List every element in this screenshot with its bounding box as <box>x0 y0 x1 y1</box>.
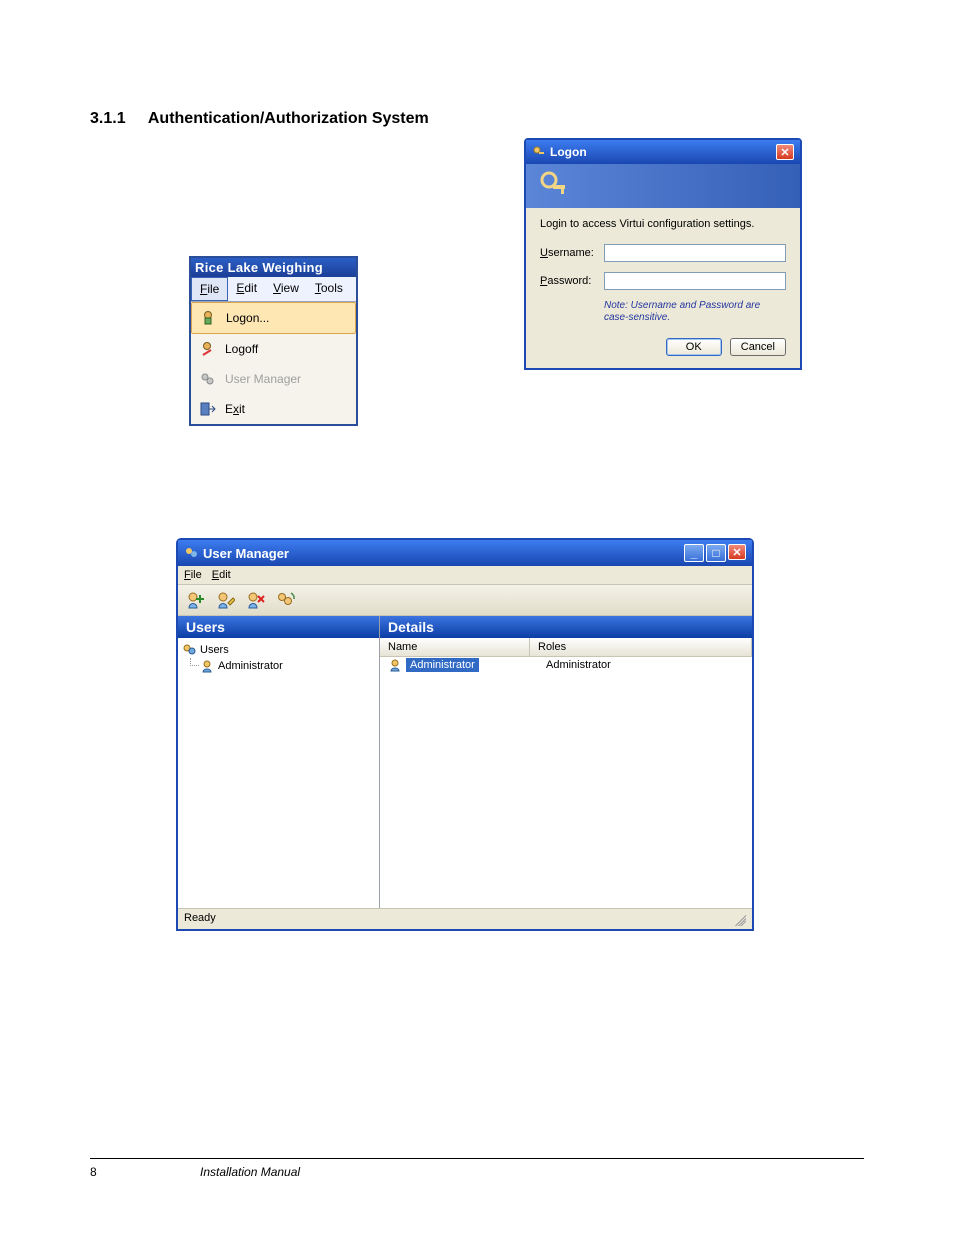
user-icon <box>388 658 402 672</box>
password-label: Password: <box>540 275 604 287</box>
section-number: 3.1.1 <box>90 110 144 128</box>
tree-node-administrator[interactable]: Administrator <box>182 658 375 674</box>
row-name: Administrator <box>406 658 479 672</box>
logon-title-text: Logon <box>550 145 587 159</box>
section-heading: 3.1.1 Authentication/Authorization Syste… <box>90 110 864 128</box>
page-number: 8 <box>90 1165 200 1179</box>
details-row[interactable]: Administrator Administrator <box>380 657 752 673</box>
menuitem-logoff[interactable]: Logoff <box>191 334 356 364</box>
um-toolbar <box>178 585 752 616</box>
refresh-users-button[interactable] <box>274 589 296 611</box>
logon-titlebar: Logon ✕ <box>526 140 800 164</box>
menubar-view[interactable]: View <box>265 277 307 301</box>
minimize-button[interactable]: _ <box>684 544 704 562</box>
logon-note: Note: Username and Password are case-sen… <box>540 300 786 324</box>
status-text: Ready <box>184 912 216 926</box>
edit-user-button[interactable] <box>214 589 236 611</box>
users-pane-header: Users <box>178 616 379 638</box>
details-column-headers: Name Roles <box>380 638 752 657</box>
menubar-file[interactable]: File <box>191 277 228 301</box>
users-icon <box>184 546 198 560</box>
close-button[interactable]: ✕ <box>728 544 746 560</box>
ok-button[interactable]: OK <box>666 338 722 356</box>
maximize-button[interactable]: □ <box>706 544 726 562</box>
cancel-button[interactable]: Cancel <box>730 338 786 356</box>
col-name[interactable]: Name <box>380 638 530 656</box>
um-menubar: File Edit <box>178 566 752 585</box>
row-roles: Administrator <box>538 658 619 672</box>
menuitem-label: User Manager <box>225 372 350 386</box>
tree-node-label: Administrator <box>218 660 283 672</box>
details-pane-header: Details <box>380 616 752 638</box>
user-icon <box>200 659 214 673</box>
um-title-text: User Manager <box>203 546 289 561</box>
username-input[interactable] <box>604 244 786 262</box>
users-gear-icon <box>197 369 217 389</box>
menuitem-label: Logoff <box>225 342 350 356</box>
user-key-icon <box>198 308 218 328</box>
page-footer: 8 Installation Manual <box>90 1158 864 1179</box>
menuitem-label: Exit <box>225 402 350 416</box>
app-titlebar: Rice Lake Weighing <box>191 258 356 277</box>
keys-icon <box>532 145 546 159</box>
exit-door-icon <box>197 399 217 419</box>
tree-node-label: Users <box>200 644 229 656</box>
tree-root-users[interactable]: Users <box>182 642 375 658</box>
resize-grip-icon[interactable] <box>732 912 746 926</box>
um-statusbar: Ready <box>178 908 752 929</box>
section-title: Authentication/Authorization System <box>148 110 429 127</box>
users-group-icon <box>182 643 196 657</box>
menuitem-user-manager: User Manager <box>191 364 356 394</box>
um-menu-file[interactable]: File <box>184 569 202 581</box>
logon-dialog: Logon ✕ Login to access Virtui configura… <box>524 138 802 370</box>
um-menu-edit[interactable]: Edit <box>212 569 231 581</box>
close-button[interactable]: ✕ <box>776 144 794 160</box>
app-menubar: File Edit View Tools <box>191 277 356 302</box>
password-input[interactable] <box>604 272 786 290</box>
users-tree: Users Administrator <box>178 638 379 678</box>
manual-name: Installation Manual <box>200 1165 300 1179</box>
user-manager-window: User Manager _ □ ✕ File Edit <box>176 538 754 931</box>
add-user-button[interactable] <box>184 589 206 611</box>
um-titlebar: User Manager _ □ ✕ <box>178 540 752 566</box>
menuitem-label: Logon... <box>226 311 349 325</box>
logon-banner <box>526 164 800 208</box>
menuitem-exit[interactable]: Exit <box>191 394 356 424</box>
delete-user-button[interactable] <box>244 589 266 611</box>
menubar-tools[interactable]: Tools <box>307 277 351 301</box>
col-roles[interactable]: Roles <box>530 638 752 656</box>
menuitem-logon[interactable]: Logon... <box>191 302 356 334</box>
filemenu-window: Rice Lake Weighing File Edit View Tools … <box>189 256 358 426</box>
keys-large-icon <box>536 169 570 203</box>
username-label: Username: <box>540 247 604 259</box>
menubar-edit[interactable]: Edit <box>228 277 265 301</box>
user-off-icon <box>197 339 217 359</box>
logon-instruction: Login to access Virtui configuration set… <box>540 218 786 230</box>
